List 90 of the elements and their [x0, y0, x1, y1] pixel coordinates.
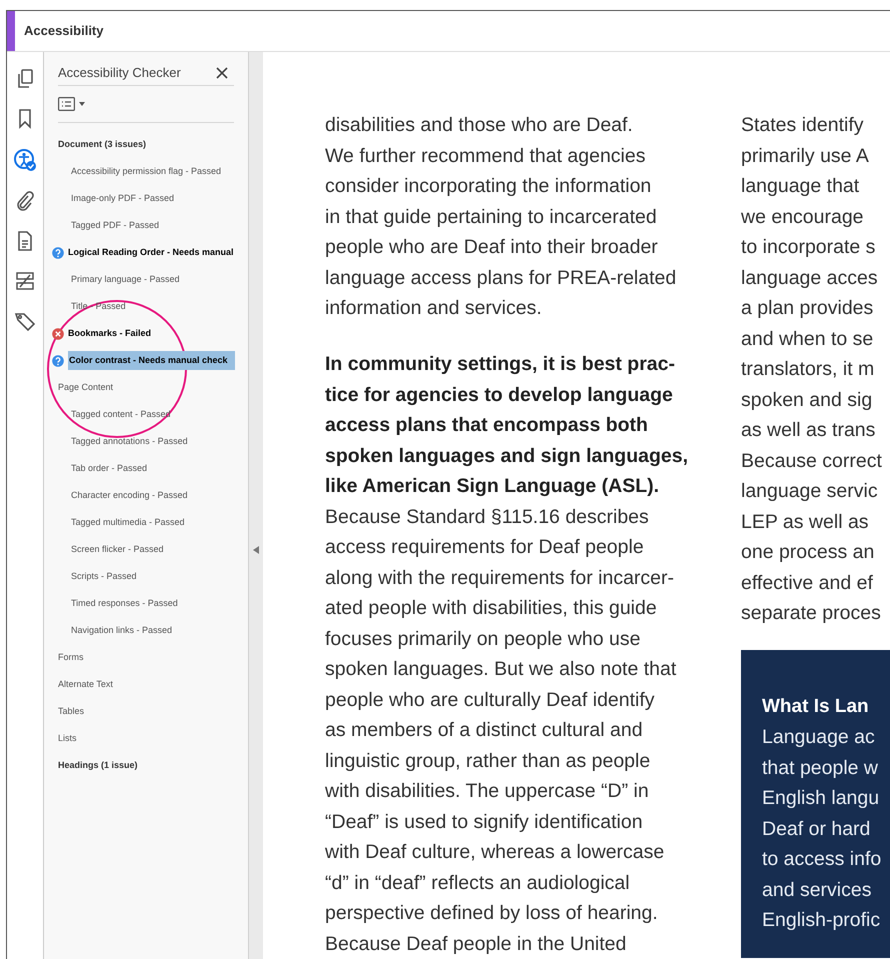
- paperclip-icon[interactable]: [16, 191, 34, 211]
- text-line: LEP as well as: [741, 510, 870, 534]
- box-text-line: to access info: [762, 847, 882, 872]
- check-item[interactable]: Scripts - Passed: [71, 570, 137, 584]
- text-line: Because Deaf people in the United: [325, 932, 628, 956]
- accent-strip: [7, 11, 15, 51]
- text-line: language access plans for PREA-related: [325, 266, 678, 290]
- check-item[interactable]: Timed responses - Passed: [71, 596, 178, 610]
- text-line: translators, it m: [741, 357, 876, 382]
- text-line: people who are culturally Deaf identify: [325, 688, 656, 712]
- text-line: “d” in “deaf” reflects an audiological: [325, 870, 631, 896]
- text-line: language servic: [741, 479, 879, 504]
- options-menu-button[interactable]: [58, 97, 85, 111]
- text-line: and when to se: [741, 326, 874, 352]
- text-line: We further recommend that agencies: [325, 144, 646, 168]
- check-item[interactable]: Navigation links - Passed: [71, 624, 172, 638]
- caret-icon: [79, 102, 85, 106]
- text-line: access requirements for Deaf people: [325, 535, 645, 560]
- check-item[interactable]: Primary language - Passed: [71, 272, 180, 286]
- text-line: spoken languages. But we also note that: [325, 657, 678, 682]
- check-item[interactable]: Character encoding - Passed: [71, 488, 188, 502]
- box-text-line: Deaf or hard: [762, 816, 872, 842]
- box-text-line: Language ac: [762, 725, 876, 750]
- text-line: primarily use A: [741, 144, 870, 168]
- text-line: as members of a distinct cultural and: [325, 718, 644, 743]
- text-line: in that guide pertaining to incarcerated: [325, 204, 658, 230]
- check-item[interactable]: Tagged annotations - Passed: [71, 434, 188, 448]
- text-line: disabilities and those who are Deaf.: [325, 113, 634, 138]
- box-text-line: that people w: [762, 756, 880, 780]
- category-item[interactable]: Forms: [58, 650, 84, 664]
- accessibility-icon[interactable]: [14, 149, 36, 171]
- compare-icon[interactable]: [15, 271, 35, 291]
- check-item[interactable]: Image-only PDF - Passed: [71, 192, 174, 206]
- text-line: a plan provides: [741, 296, 874, 321]
- text-line: Because Standard §115.16 describes: [325, 504, 650, 530]
- check-item[interactable]: Bookmarks - Failed: [68, 326, 152, 340]
- bold-text-line: access plans that encompass both: [325, 413, 649, 438]
- check-item[interactable]: Tab order - Passed: [71, 462, 148, 476]
- text-line: with Deaf culture, whereas a lowercase: [325, 840, 666, 865]
- check-item[interactable]: Screen flicker - Passed: [71, 542, 164, 556]
- category-item[interactable]: Tables: [58, 704, 84, 718]
- bold-text-line: In community settings, it is best prac-: [325, 352, 676, 377]
- text-line: perspective defined by loss of hearing.: [325, 901, 659, 926]
- text-line: along with the requirements for incarcer-: [325, 566, 675, 590]
- text-line: spoken and sig: [741, 388, 874, 412]
- check-item[interactable]: Logical Reading Order - Needs manual: [68, 246, 234, 260]
- text-line: as well as trans: [741, 418, 876, 443]
- check-item[interactable]: Tagged PDF - Passed: [71, 218, 160, 232]
- text-line: to incorporate s: [741, 235, 876, 260]
- text-line: effective and ef: [741, 570, 874, 596]
- text-line: focuses primarily on people who use: [325, 626, 642, 652]
- box-text-line: and services: [762, 878, 872, 902]
- text-line: States identify: [741, 113, 864, 138]
- category-item[interactable]: Page Content: [58, 380, 114, 394]
- text-line: language acces: [741, 266, 879, 290]
- bookmark-icon[interactable]: [18, 109, 32, 129]
- text-line: we encourage: [741, 204, 865, 230]
- category-item[interactable]: Document (3 issues): [58, 138, 146, 152]
- text-line: ated people with disabilities, this guide: [325, 596, 658, 621]
- check-item[interactable]: Accessibility permission flag - Passed: [71, 164, 222, 178]
- box-heading: What Is Lan: [762, 694, 870, 718]
- close-icon[interactable]: [216, 66, 228, 78]
- text-line: “Deaf” is used to signify identification: [325, 810, 644, 834]
- list-icon: [58, 97, 75, 111]
- category-item[interactable]: Alternate Text: [58, 678, 113, 692]
- text-line: information and services.: [325, 296, 543, 321]
- pages-icon[interactable]: [16, 69, 34, 89]
- bold-text-line: like American Sign Language (ASL).: [325, 474, 660, 499]
- text-line: with disabilities. The uppercase “D” in: [325, 779, 650, 804]
- bold-text-line: tice for agencies to develop language: [325, 382, 674, 408]
- text-line: language that: [741, 174, 860, 199]
- check-item[interactable]: Color contrast - Needs manual check: [68, 350, 235, 370]
- text-line: people who are Deaf into their broader: [325, 235, 659, 260]
- box-text-line: English langu: [762, 786, 880, 811]
- text-line: consider incorporating the information: [325, 174, 652, 199]
- box-text-line: English-profic: [762, 908, 882, 933]
- window-title: Accessibility: [24, 22, 104, 40]
- category-item[interactable]: Lists: [58, 732, 77, 746]
- collapse-icon[interactable]: [253, 546, 259, 554]
- check-item[interactable]: Tagged multimedia - Passed: [71, 516, 185, 530]
- text-line: one process an: [741, 540, 876, 565]
- tag-icon[interactable]: [14, 311, 36, 331]
- document-icon[interactable]: [17, 231, 33, 251]
- bold-text-line: spoken languages and sign languages,: [325, 444, 689, 468]
- check-item[interactable]: Title - Passed: [71, 300, 126, 314]
- text-line: linguistic group, rather than as people: [325, 748, 652, 774]
- panel-title: Accessibility Checker: [58, 64, 181, 82]
- text-line: separate proces: [741, 601, 882, 626]
- text-line: Because correct: [741, 448, 883, 474]
- category-item[interactable]: Headings (1 issue): [58, 758, 138, 772]
